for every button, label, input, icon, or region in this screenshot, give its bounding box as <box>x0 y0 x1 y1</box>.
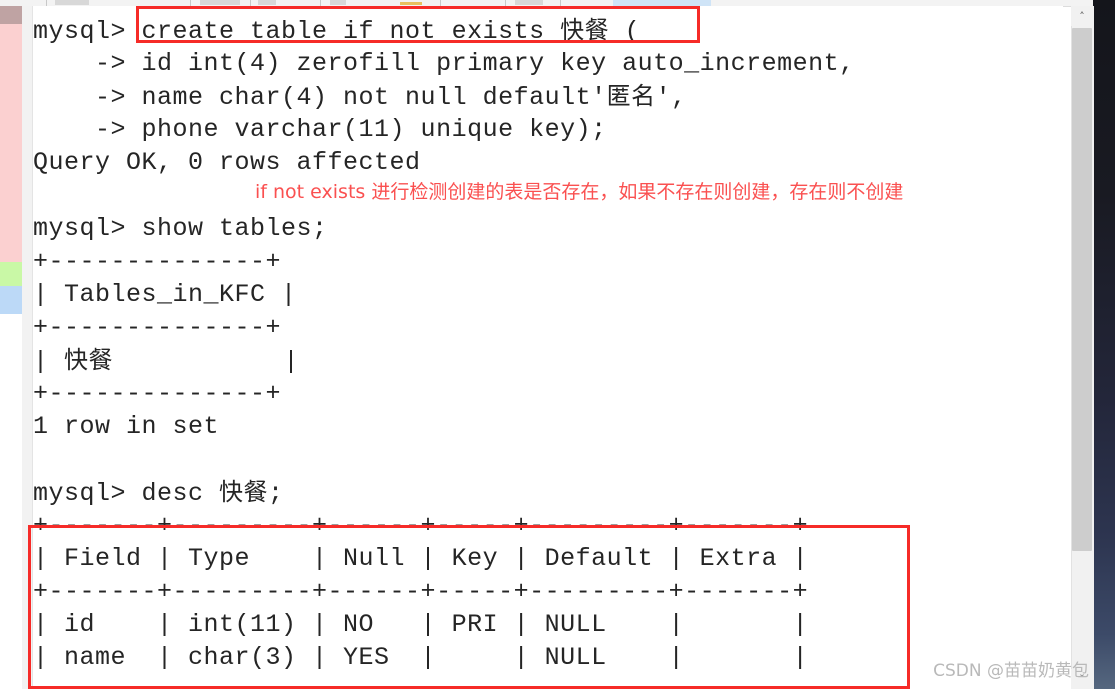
line-text: -> name char(4) not null default' <box>33 83 607 112</box>
table-header-row: | Tables_in_KFC | <box>33 278 297 312</box>
line-text: +--------------+ <box>33 247 282 276</box>
modified-marker-dark <box>0 6 22 24</box>
csdn-watermark: CSDN @苗苗奶黄包 <box>933 661 1089 681</box>
continuation-phone-column: -> phone varchar(11) unique key); <box>33 113 607 147</box>
line-cjk-text: 快餐 <box>64 346 114 374</box>
line-text: | <box>33 347 65 376</box>
screenshot-root: mysql> create table if not exists 快餐 ( -… <box>0 0 1115 689</box>
desc-row-id: | id | int(11) | NO | PRI | NULL | | <box>33 608 808 642</box>
line-text: +--------------+ <box>33 313 282 342</box>
line-cjk-text: 快餐 <box>219 478 269 506</box>
line-text: +--------------+ <box>33 379 282 408</box>
line-text: 1 row in set <box>33 412 220 441</box>
desc-border-mid: +-------+---------+------+-----+--------… <box>33 575 808 609</box>
continuation-id-column: -> id int(4) zerofill primary key auto_i… <box>33 47 855 81</box>
line-text-tail: | <box>113 347 300 376</box>
line-text: -> phone varchar(11) unique key); <box>33 115 607 144</box>
toolbar-item-4[interactable] <box>330 0 346 5</box>
continuation-name-column: -> name char(4) not null default'匿名', <box>33 80 687 115</box>
line-text-tail: ', <box>655 83 687 112</box>
editor-change-gutter <box>0 6 22 689</box>
toolbar-item-1[interactable] <box>55 0 89 5</box>
line-text-tail: ( <box>609 17 641 46</box>
line-text: | id | int(11) | NO | PRI | NULL | | <box>33 610 809 639</box>
line-text: | Tables_in_KFC | <box>33 280 297 309</box>
line-cjk-text: 匿名 <box>606 82 656 110</box>
line-text: +-------+---------+------+-----+--------… <box>33 577 809 606</box>
desc-header-row: | Field | Type | Null | Key | Default | … <box>33 542 808 576</box>
line-text: mysql> create table if not exists <box>33 17 561 46</box>
toolbar-item-2[interactable] <box>200 0 240 5</box>
line-cjk-text: 快餐 <box>560 16 610 44</box>
line-text: mysql> show tables; <box>33 214 328 243</box>
toolbar-color-swatch-icon[interactable] <box>400 2 422 5</box>
line-text: mysql> desc <box>33 479 220 508</box>
line-text: Query OK, 0 rows affected <box>33 148 421 177</box>
modified-marker-pink <box>0 24 22 262</box>
line-text: -> id int(4) zerofill primary key auto_i… <box>33 49 855 78</box>
desktop-background-strip <box>1093 0 1115 689</box>
gutter-separator <box>22 6 33 689</box>
table-border-mid: +--------------+ <box>33 311 281 345</box>
line-text-tail: ; <box>268 479 284 508</box>
terminal-output: mysql> create table if not exists 快餐 ( -… <box>33 6 1063 689</box>
scroll-up-arrow-icon[interactable]: ˄ <box>1071 6 1093 26</box>
line-text: +-------+---------+------+-----+--------… <box>33 511 809 540</box>
result-query-ok: Query OK, 0 rows affected <box>33 146 421 180</box>
table-data-row-kuaican: | 快餐 | <box>33 344 299 379</box>
command-create-table: mysql> create table if not exists 快餐 ( <box>33 14 640 49</box>
toolbar-item-3[interactable] <box>258 0 276 5</box>
desc-border-top: +-------+---------+------+-----+--------… <box>33 509 808 543</box>
added-marker-green <box>0 262 22 286</box>
annotation-if-not-exists: if not exists 进行检测创建的表是否存在，如果不存在则创建，存在则不… <box>255 181 904 203</box>
desc-row-name: | name | char(3) | YES | | NULL | | <box>33 641 808 675</box>
info-marker-blue <box>0 286 22 314</box>
table-border-bottom: +--------------+ <box>33 377 281 411</box>
toolbar-item-6[interactable] <box>515 0 543 5</box>
vertical-scrollbar-thumb[interactable] <box>1072 28 1092 551</box>
table-border-top: +--------------+ <box>33 245 281 279</box>
command-desc-kuaican: mysql> desc 快餐; <box>33 476 284 511</box>
line-text: | Field | Type | Null | Key | Default | … <box>33 544 809 573</box>
command-show-tables: mysql> show tables; <box>33 212 328 246</box>
result-one-row: 1 row in set <box>33 410 219 444</box>
line-text: | name | char(3) | YES | | NULL | | <box>33 643 809 672</box>
